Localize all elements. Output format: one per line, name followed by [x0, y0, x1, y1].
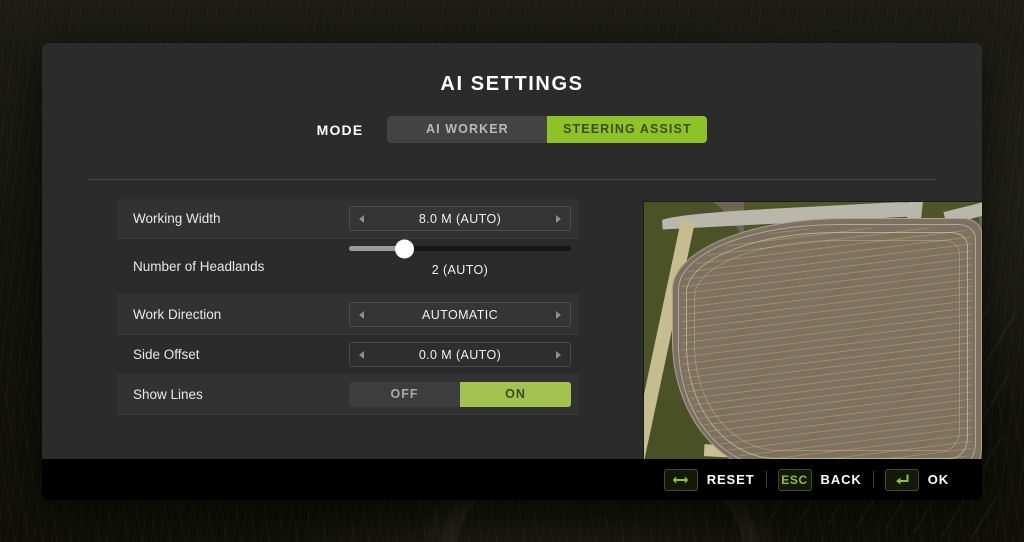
mode-option-steering-assist[interactable]: STEERING ASSIST [547, 116, 707, 143]
setting-label-side-offset: Side Offset [117, 347, 200, 362]
dialog-body: Working Width 8.0 M (AUTO) Number of Hea… [42, 199, 982, 491]
show-lines-option-on[interactable]: ON [460, 382, 571, 407]
setting-row-show-lines[interactable]: Show Lines OFF ON [117, 375, 579, 415]
map-headland-line-3 [694, 240, 960, 451]
setting-row-side-offset[interactable]: Side Offset 0.0 M (AUTO) [117, 335, 579, 375]
setting-row-number-of-headlands[interactable]: Number of Headlands 2 (AUTO) [117, 239, 579, 295]
ok-button-label: OK [928, 472, 949, 487]
left-right-arrow-icon[interactable] [664, 469, 698, 491]
setting-label-show-lines: Show Lines [117, 387, 203, 402]
reset-button[interactable]: RESET [653, 469, 766, 491]
work-direction-stepper[interactable]: AUTOMATIC [349, 302, 571, 327]
chevron-right-icon[interactable] [556, 215, 561, 223]
chevron-right-icon[interactable] [556, 311, 561, 319]
mode-option-ai-worker[interactable]: AI WORKER [387, 116, 547, 143]
slider-track[interactable] [349, 246, 571, 251]
mode-label: MODE [317, 122, 364, 138]
mode-row: MODE AI WORKER STEERING ASSIST [42, 116, 982, 143]
working-width-stepper[interactable]: 8.0 M (AUTO) [349, 206, 571, 231]
enter-key-icon[interactable] [885, 469, 919, 491]
setting-label-working-width: Working Width [117, 211, 221, 226]
ok-button[interactable]: OK [874, 469, 960, 491]
show-lines-toggle[interactable]: OFF ON [349, 382, 571, 407]
bottom-action-bar: RESET ESC BACK OK [42, 459, 982, 500]
slider-knob[interactable] [395, 239, 414, 258]
headlands-value: 2 (AUTO) [349, 263, 571, 277]
headlands-slider[interactable]: 2 (AUTO) [349, 246, 571, 277]
setting-row-working-width[interactable]: Working Width 8.0 M (AUTO) [117, 199, 579, 239]
field-preview-map [643, 201, 982, 484]
page-title: AI SETTINGS [42, 43, 982, 96]
mode-toggle-group: AI WORKER STEERING ASSIST [387, 116, 707, 143]
setting-label-number-of-headlands: Number of Headlands [117, 259, 264, 274]
reset-button-label: RESET [707, 472, 755, 487]
settings-list: Working Width 8.0 M (AUTO) Number of Hea… [117, 199, 579, 415]
side-offset-value: 0.0 M (AUTO) [364, 348, 556, 362]
back-button-label: BACK [821, 472, 862, 487]
map-field-area [672, 218, 982, 473]
chevron-right-icon[interactable] [556, 351, 561, 359]
working-width-value: 8.0 M (AUTO) [364, 212, 556, 226]
esc-key[interactable]: ESC [778, 469, 812, 491]
back-button[interactable]: ESC BACK [767, 469, 873, 491]
ai-settings-dialog: AI SETTINGS MODE AI WORKER STEERING ASSI… [42, 43, 982, 500]
header-divider [88, 179, 936, 180]
setting-label-work-direction: Work Direction [117, 307, 221, 322]
show-lines-option-off[interactable]: OFF [349, 382, 460, 407]
side-offset-stepper[interactable]: 0.0 M (AUTO) [349, 342, 571, 367]
work-direction-value: AUTOMATIC [364, 308, 556, 322]
setting-row-work-direction[interactable]: Work Direction AUTOMATIC [117, 295, 579, 335]
